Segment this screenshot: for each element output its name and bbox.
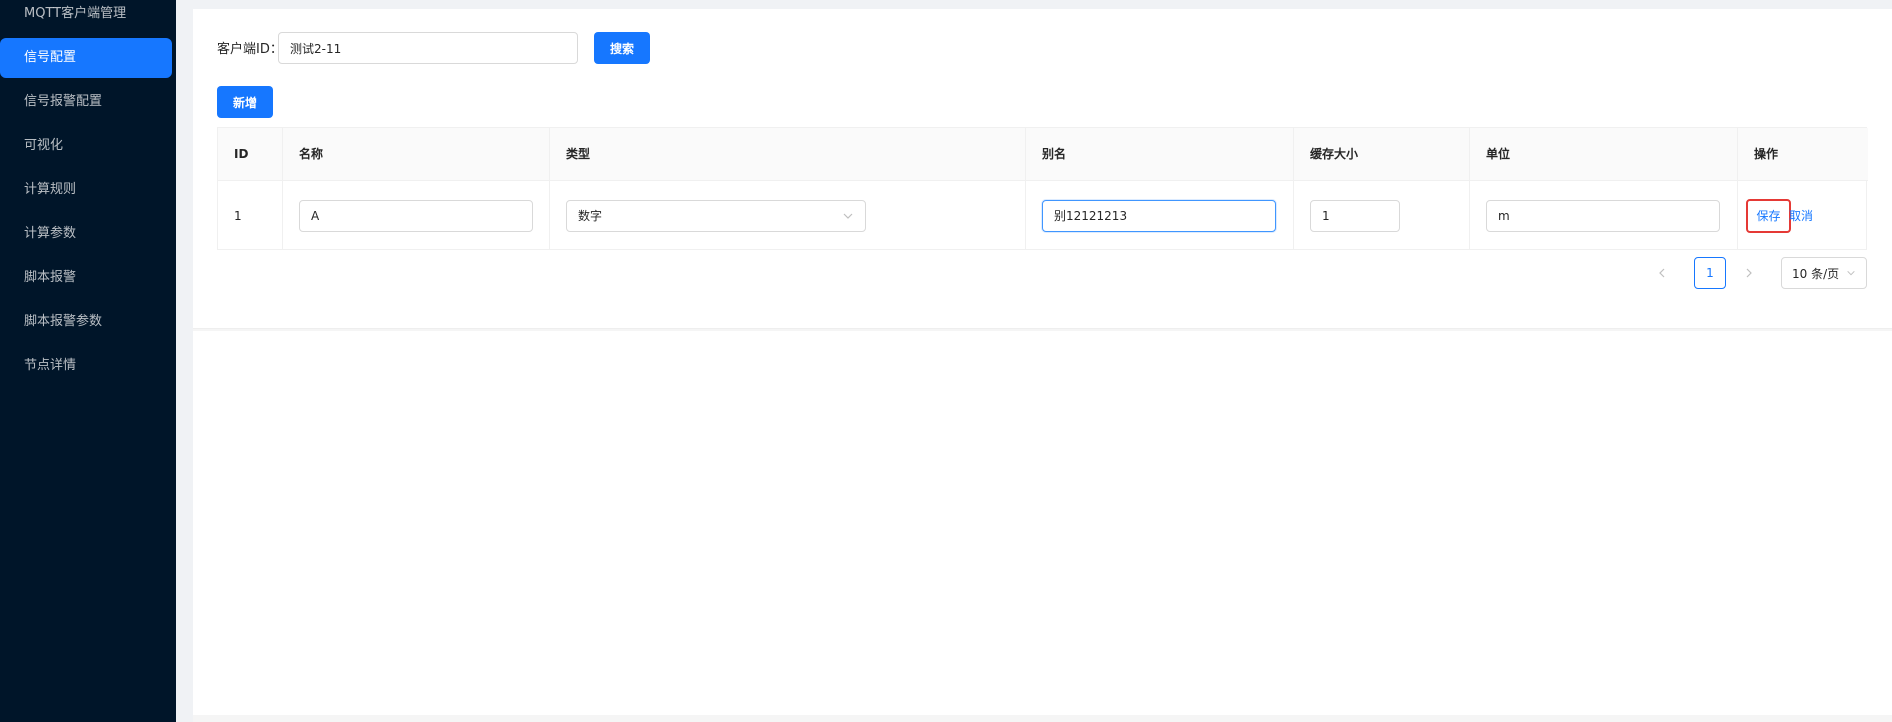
sidebar-item-mqtt-client[interactable]: MQTT客户端管理 bbox=[0, 0, 172, 28]
unit-input[interactable] bbox=[1486, 199, 1720, 232]
sidebar-item-visualization[interactable]: 可视化 bbox=[0, 126, 172, 166]
table-header: ID 名称 类型 别名 缓存大小 单位 操作 bbox=[218, 128, 1868, 181]
table-row: 1 数字 bbox=[218, 181, 1868, 250]
chevron-down-icon bbox=[1847, 270, 1855, 276]
page-size-select[interactable]: 10 条/页 bbox=[1781, 257, 1867, 289]
sidebar-item-calc-rules[interactable]: 计算规则 bbox=[0, 170, 172, 210]
sidebar-item-script-alarm[interactable]: 脚本报警 bbox=[0, 258, 172, 298]
alias-input[interactable] bbox=[1042, 199, 1276, 232]
save-link[interactable]: 保存 bbox=[1756, 207, 1780, 224]
row-actions-cell: 保存 取消 bbox=[1737, 181, 1868, 250]
pagination-page-1[interactable]: 1 bbox=[1694, 257, 1726, 289]
chevron-right-icon bbox=[1746, 268, 1752, 278]
cancel-link[interactable]: 取消 bbox=[1789, 207, 1813, 224]
sidebar-item-signal-alarm-config[interactable]: 信号报警配置 bbox=[0, 82, 172, 122]
column-header-alias: 别名 bbox=[1025, 128, 1293, 181]
row-id: 1 bbox=[218, 181, 282, 250]
chevron-left-icon bbox=[1659, 268, 1665, 278]
row-id-value: 1 bbox=[234, 208, 242, 223]
column-header-type: 类型 bbox=[549, 128, 1025, 181]
column-header-id: ID bbox=[234, 147, 249, 161]
sidebar: MQTT客户端管理 信号配置 信号报警配置 可视化 计算规则 计算参数 脚本报警… bbox=[0, 0, 176, 722]
row-unit-cell bbox=[1469, 181, 1737, 250]
row-cache-size-cell bbox=[1293, 181, 1469, 250]
column-header-name: 名称 bbox=[282, 128, 549, 181]
column-header-actions: 操作 bbox=[1737, 128, 1868, 181]
chevron-down-icon bbox=[843, 213, 853, 219]
save-highlight-box: 保存 bbox=[1746, 198, 1791, 233]
sidebar-item-script-alarm-params[interactable]: 脚本报警参数 bbox=[0, 302, 172, 342]
page-size-value: 10 条/页 bbox=[1792, 266, 1840, 281]
content-panel bbox=[193, 331, 1892, 715]
row-alias-cell bbox=[1025, 181, 1293, 250]
row-name-cell bbox=[282, 181, 549, 250]
client-id-search-input[interactable] bbox=[278, 32, 578, 64]
search-button[interactable]: 搜索 bbox=[594, 32, 650, 64]
main-content: 客户端ID： 搜索 新增 ID 名称 类型 别名 缓存大小 单位 操作 1 bbox=[193, 9, 1892, 722]
sidebar-item-calc-params[interactable]: 计算参数 bbox=[0, 214, 172, 254]
type-select[interactable]: 数字 bbox=[566, 199, 866, 232]
signal-table: ID 名称 类型 别名 缓存大小 单位 操作 1 数字 bbox=[217, 127, 1868, 250]
cache-size-input[interactable] bbox=[1310, 199, 1400, 232]
sidebar-item-node-details[interactable]: 节点详情 bbox=[0, 346, 172, 386]
signal-config-card: 客户端ID： 搜索 新增 ID 名称 类型 别名 缓存大小 单位 操作 1 bbox=[193, 9, 1892, 329]
type-select-value: 数字 bbox=[578, 209, 603, 223]
pagination-next-button[interactable] bbox=[1733, 257, 1765, 289]
add-button[interactable]: 新增 bbox=[217, 86, 273, 118]
name-input[interactable] bbox=[299, 199, 533, 232]
client-id-label: 客户端ID： bbox=[217, 42, 283, 57]
row-type-cell: 数字 bbox=[549, 181, 1025, 250]
pagination-prev-button[interactable] bbox=[1646, 257, 1678, 289]
column-header-unit: 单位 bbox=[1469, 128, 1737, 181]
sidebar-item-signal-config[interactable]: 信号配置 bbox=[0, 38, 172, 78]
column-header-cache-size: 缓存大小 bbox=[1293, 128, 1469, 181]
